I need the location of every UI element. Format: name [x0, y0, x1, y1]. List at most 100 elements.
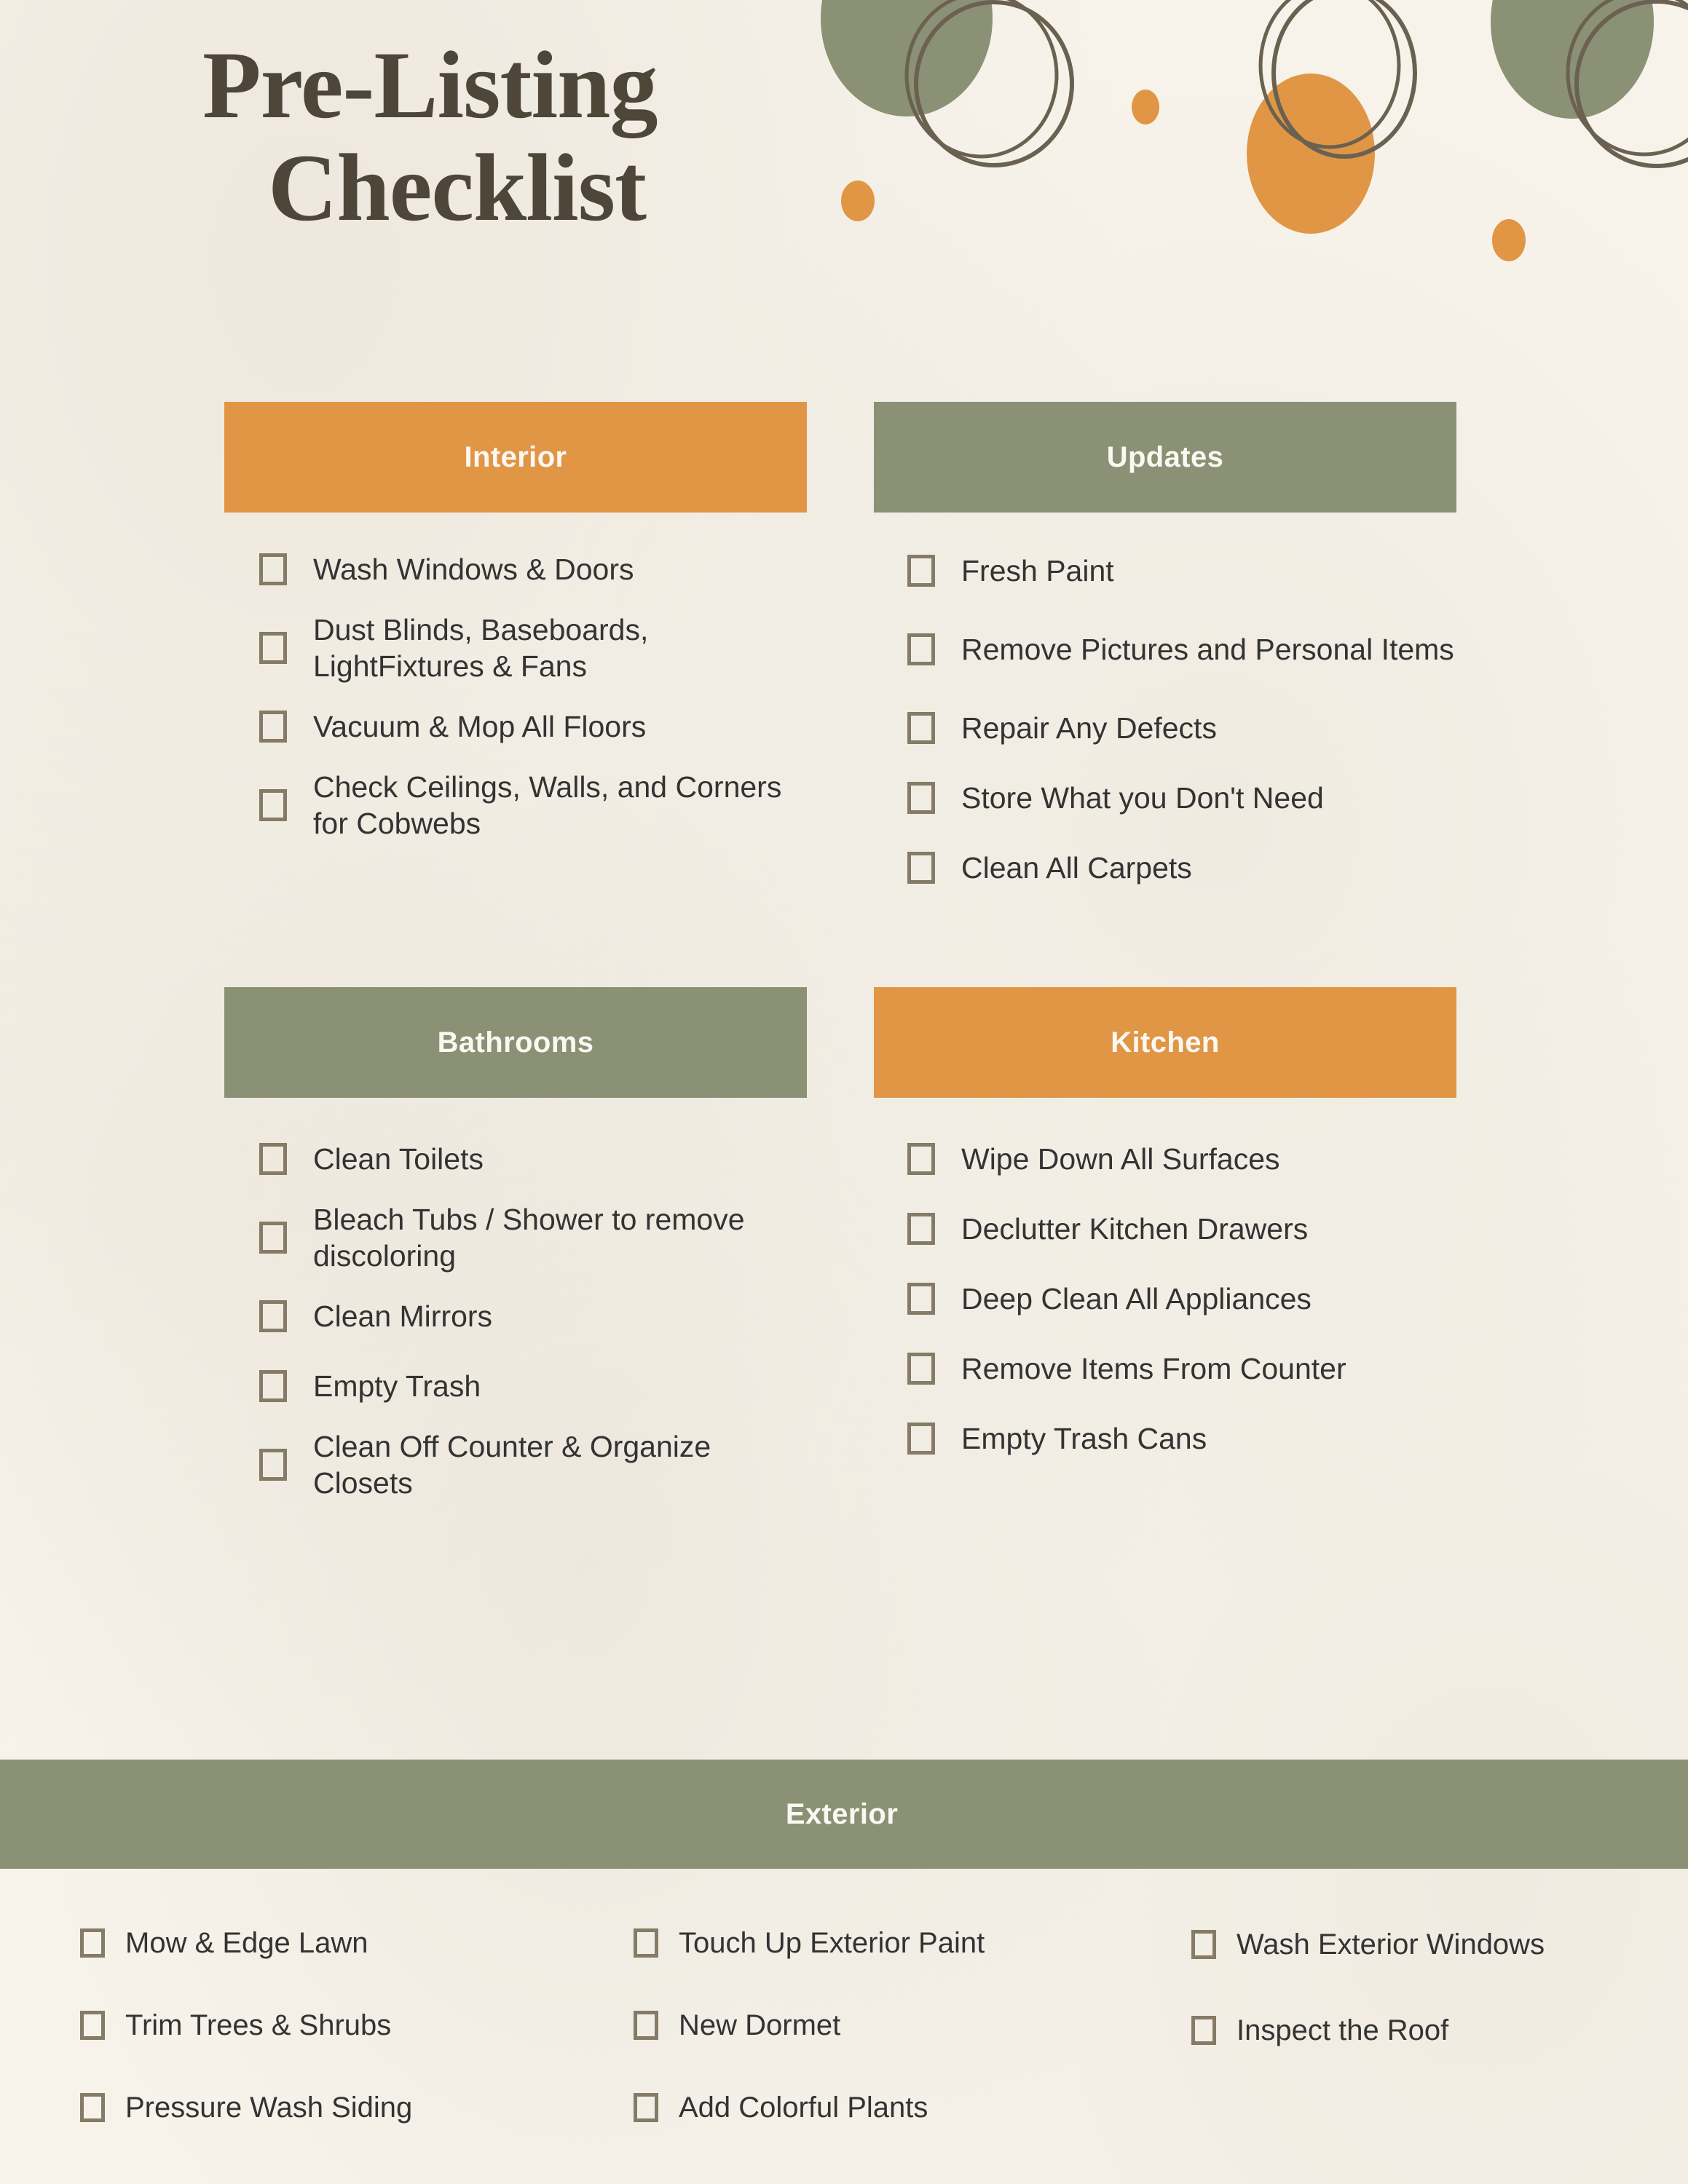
ring-outline-left-outer-icon	[914, 0, 1074, 167]
checklist-item[interactable]: New Dormet	[634, 1984, 1143, 2066]
checkbox-icon[interactable]	[907, 1283, 935, 1315]
checkbox-icon[interactable]	[634, 2010, 658, 2040]
checkbox-icon[interactable]	[80, 2092, 105, 2122]
checklist-item-label: Wipe Down All Surfaces	[961, 1142, 1280, 1176]
checklist-item-label: Clean Toilets	[313, 1142, 484, 1176]
ring-outline-right-inner-icon	[1566, 0, 1688, 157]
section-header-bathrooms-label: Bathrooms	[437, 1026, 594, 1059]
checkbox-icon[interactable]	[1191, 1930, 1216, 1959]
checkbox-icon[interactable]	[259, 1143, 287, 1175]
checklist-item-label: Remove Pictures and Personal Items	[961, 632, 1454, 666]
checklist-item[interactable]: Empty Trash	[224, 1351, 807, 1421]
section-bathrooms-items: Clean Toilets Bleach Tubs / Shower to re…	[224, 1098, 807, 1508]
checkbox-icon[interactable]	[259, 1370, 287, 1402]
page-title: Pre-Listing Checklist	[160, 36, 888, 237]
ring-outline-left-inner-icon	[904, 0, 1059, 159]
checkbox-icon[interactable]	[634, 2092, 658, 2122]
checkbox-icon[interactable]	[907, 555, 935, 587]
checkbox-icon[interactable]	[907, 852, 935, 884]
checklist-item-label: Store What you Don't Need	[961, 780, 1324, 815]
checklist-item[interactable]: Trim Trees & Shrubs	[80, 1984, 612, 2066]
checkbox-icon[interactable]	[259, 1222, 287, 1254]
checklist-item[interactable]: Store What you Don't Need	[874, 763, 1456, 833]
checklist-item-label: Clean All Carpets	[961, 850, 1192, 885]
checklist-item[interactable]: Wash Windows & Doors	[224, 534, 807, 604]
checklist-item[interactable]: Empty Trash Cans	[874, 1404, 1456, 1473]
section-header-exterior: Exterior	[0, 1760, 1688, 1869]
checklist-item[interactable]: Remove Pictures and Personal Items	[874, 606, 1456, 693]
checklist-item[interactable]: Pressure Wash Siding	[80, 2066, 612, 2148]
checklist-item[interactable]: Wipe Down All Surfaces	[874, 1124, 1456, 1194]
checklist-item-label: Empty Trash	[313, 1369, 481, 1403]
checklist-item-label: Touch Up Exterior Paint	[679, 1926, 985, 1959]
checklist-item-label: Trim Trees & Shrubs	[125, 2009, 392, 2041]
checkbox-icon[interactable]	[259, 632, 287, 664]
exterior-column-2: Touch Up Exterior Paint New Dormet Add C…	[612, 1902, 1143, 2156]
section-exterior-items: Mow & Edge Lawn Trim Trees & Shrubs Pres…	[0, 1902, 1688, 2156]
checkbox-icon[interactable]	[907, 1143, 935, 1175]
ring-outline-center-inner-icon	[1258, 0, 1401, 149]
checkbox-icon[interactable]	[1191, 2016, 1216, 2045]
checkbox-icon[interactable]	[259, 711, 287, 743]
section-bathrooms: Bathrooms Clean Toilets Bleach Tubs / Sh…	[224, 987, 807, 1508]
checklist-item[interactable]: Vacuum & Mop All Floors	[224, 692, 807, 761]
section-header-kitchen: Kitchen	[874, 987, 1456, 1098]
section-kitchen: Kitchen Wipe Down All Surfaces Declutter…	[874, 987, 1456, 1508]
ring-outline-center-outer-icon	[1271, 0, 1417, 159]
checklist-item-label: Remove Items From Counter	[961, 1351, 1346, 1385]
section-updates: Updates Fresh Paint Remove Pictures and …	[874, 402, 1456, 903]
checkbox-icon[interactable]	[259, 553, 287, 585]
checkbox-icon[interactable]	[634, 1928, 658, 1958]
checkbox-icon[interactable]	[259, 789, 287, 821]
checklist-item-label: Wash Windows & Doors	[313, 552, 634, 586]
checklist-item[interactable]: Declutter Kitchen Drawers	[874, 1194, 1456, 1264]
page-title-line-2: Checklist	[268, 133, 647, 241]
checklist-item-label: Deep Clean All Appliances	[961, 1281, 1312, 1315]
checkbox-icon[interactable]	[259, 1449, 287, 1481]
orange-dot-small-left-icon	[1132, 90, 1159, 124]
checklist-item[interactable]: Inspect the Roof	[1191, 1987, 1675, 2073]
checkbox-icon[interactable]	[80, 2010, 105, 2040]
checklist-item-label: Mow & Edge Lawn	[125, 1926, 368, 1959]
checkbox-icon[interactable]	[907, 633, 935, 665]
checklist-item[interactable]: Touch Up Exterior Paint	[634, 1902, 1143, 1984]
checklist-item[interactable]: Bleach Tubs / Shower to remove discolori…	[224, 1194, 807, 1281]
checkbox-icon[interactable]	[80, 1928, 105, 1958]
checkbox-icon[interactable]	[907, 782, 935, 814]
checklist-item[interactable]: Clean Mirrors	[224, 1281, 807, 1351]
checklist-item-label: Inspect the Roof	[1237, 2014, 1449, 2046]
section-updates-items: Fresh Paint Remove Pictures and Personal…	[874, 513, 1456, 903]
section-header-interior: Interior	[224, 402, 807, 513]
checklist-item-label: Wash Exterior Windows	[1237, 1928, 1545, 1961]
checklist-item[interactable]: Deep Clean All Appliances	[874, 1264, 1456, 1334]
exterior-column-1: Mow & Edge Lawn Trim Trees & Shrubs Pres…	[80, 1902, 612, 2156]
checklist-item[interactable]: Repair Any Defects	[874, 693, 1456, 763]
checklist-item-label: Clean Mirrors	[313, 1299, 493, 1333]
checklist-item[interactable]: Clean Toilets	[224, 1124, 807, 1194]
checkbox-icon[interactable]	[907, 1423, 935, 1455]
checklist-item[interactable]: Add Colorful Plants	[634, 2066, 1143, 2148]
checkbox-icon[interactable]	[907, 712, 935, 744]
section-interior-items: Wash Windows & Doors Dust Blinds, Basebo…	[224, 513, 807, 849]
checkbox-icon[interactable]	[259, 1300, 287, 1332]
checklist-item[interactable]: Remove Items From Counter	[874, 1334, 1456, 1404]
section-interior: Interior Wash Windows & Doors Dust Blind…	[224, 402, 807, 903]
checklist-item[interactable]: Check Ceilings, Walls, and Corners for C…	[224, 761, 807, 849]
orange-dot-small-right-icon	[1492, 219, 1526, 261]
checklist-item-label: Fresh Paint	[961, 553, 1114, 587]
checklist-item-label: Bleach Tubs / Shower to remove discolori…	[313, 1202, 745, 1273]
exterior-column-3-spacer	[1191, 2073, 1675, 2156]
checklist-item[interactable]: Dust Blinds, Baseboards, LightFixtures &…	[224, 604, 807, 692]
ring-outline-right-outer-icon	[1574, 0, 1688, 168]
checklist-sections: Interior Wash Windows & Doors Dust Blind…	[0, 402, 1688, 1508]
page-title-line-1: Pre-Listing	[202, 31, 658, 138]
checkbox-icon[interactable]	[907, 1213, 935, 1245]
checklist-item[interactable]: Clean All Carpets	[874, 833, 1456, 903]
checklist-item[interactable]: Fresh Paint	[874, 536, 1456, 606]
section-header-interior-label: Interior	[464, 440, 567, 473]
checklist-item[interactable]: Clean Off Counter & Organize Closets	[224, 1421, 807, 1508]
checklist-item-label: Pressure Wash Siding	[125, 2091, 413, 2124]
checkbox-icon[interactable]	[907, 1353, 935, 1385]
checklist-item[interactable]: Wash Exterior Windows	[1191, 1902, 1675, 1987]
checklist-item[interactable]: Mow & Edge Lawn	[80, 1902, 612, 1984]
